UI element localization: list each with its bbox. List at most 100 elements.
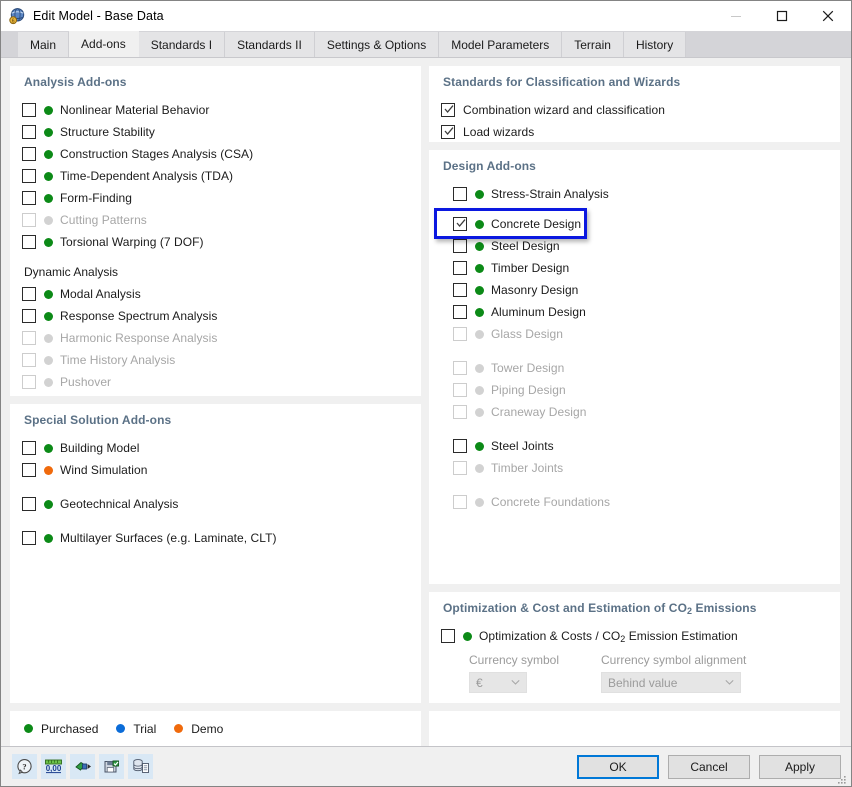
tab-standards-i[interactable]: Standards I [138,32,226,57]
checkbox[interactable] [453,261,467,275]
checkbox[interactable] [453,239,467,253]
checkbox[interactable] [22,191,36,205]
optimization-title-pre: Optimization & Cost and Estimation of CO [443,601,687,615]
apply-button[interactable]: Apply [759,754,841,779]
checkbox[interactable] [441,125,455,139]
tab-standards-ii[interactable]: Standards II [225,32,315,57]
checkbox-row-modal-analysis[interactable]: Modal Analysis [22,283,409,305]
status-dot [475,385,484,395]
status-dot [44,533,53,543]
checkbox-row-form-finding[interactable]: Form-Finding [22,187,409,209]
checkbox[interactable] [453,305,467,319]
checkbox-row-nonlinear-material-behavior[interactable]: Nonlinear Material Behavior [22,99,409,121]
tab-main[interactable]: Main [18,32,70,57]
checkbox[interactable] [441,103,455,117]
tab-terrain[interactable]: Terrain [562,32,624,57]
checkbox [22,331,36,345]
checkbox[interactable] [453,187,467,201]
footer-tool-icons: ? 0,00 [12,754,153,779]
right-bottom-spacer-panel [429,711,840,746]
row-label: Masonry Design [491,283,579,297]
special-solution-add-ons-panel: Special Solution Add-ons Building Model … [10,404,421,703]
tab-model-parameters[interactable]: Model Parameters [439,32,563,57]
checkbox[interactable] [22,235,36,249]
import-button[interactable] [70,754,95,779]
resize-grip-icon[interactable] [836,772,848,784]
checkbox-row-aluminum-design[interactable]: Aluminum Design [441,301,828,323]
units-button[interactable]: 0,00 [41,754,66,779]
import-icon [74,761,91,771]
tab-settings-options[interactable]: Settings & Options [314,32,440,57]
database-report-button[interactable] [128,754,153,779]
checkbox-row-torsional-warping[interactable]: Torsional Warping (7 DOF) [22,231,409,253]
checkbox-row-multilayer-surfaces[interactable]: Multilayer Surfaces (e.g. Laminate, CLT) [22,527,409,549]
checkbox-row-stress-strain-analysis[interactable]: Stress-Strain Analysis [441,183,828,205]
row-label: Concrete Design [491,217,582,231]
checkbox-row-time-dependent-analysis[interactable]: Time-Dependent Analysis (TDA) [22,165,409,187]
checkbox[interactable] [453,439,467,453]
status-dot [44,215,53,225]
checkbox [22,213,36,227]
checkbox[interactable] [22,103,36,117]
checkbox-row-wind-simulation[interactable]: Wind Simulation [22,459,409,481]
checkbox[interactable] [453,283,467,297]
checkbox[interactable] [22,463,36,477]
check-icon [444,127,454,136]
status-dot [116,724,126,733]
checkbox-row-structure-stability[interactable]: Structure Stability [22,121,409,143]
checkbox-row-building-model[interactable]: Building Model [22,437,409,459]
checkbox-row-construction-stages-analysis[interactable]: Construction Stages Analysis (CSA) [22,143,409,165]
dialog-footer: ? 0,00 OK Cancel Apply [1,746,851,786]
checkbox[interactable] [22,497,36,511]
checkbox[interactable] [441,629,455,643]
checkbox-row-concrete-design[interactable]: Concrete Design [434,208,828,239]
cancel-button[interactable]: Cancel [668,754,750,779]
checkbox[interactable] [22,309,36,323]
status-dot [44,105,53,115]
checkbox-row-timber-design[interactable]: Timber Design [441,257,828,279]
status-dot [44,289,53,299]
units-icon: 0,00 [45,759,62,774]
checkbox[interactable] [22,169,36,183]
checkbox-row-geotechnical-analysis[interactable]: Geotechnical Analysis [22,493,409,515]
checkbox-row-load-wizards[interactable]: Load wizards [441,121,828,143]
currency-alignment-select[interactable]: Behind value [601,672,741,693]
checkbox-row-piping-design: Piping Design [441,379,828,401]
minimize-button[interactable] [713,1,759,31]
help-button[interactable]: ? [12,754,37,779]
checkbox[interactable] [22,287,36,301]
optimization-item-pre: Optimization & Costs / CO [479,629,621,643]
maximize-button[interactable] [759,1,805,31]
checkbox[interactable] [22,147,36,161]
checkbox-row-combination-wizard[interactable]: Combination wizard and classification [441,99,828,121]
optimization-item-post: Emission Estimation [625,629,738,643]
checkbox-row-masonry-design[interactable]: Masonry Design [441,279,828,301]
legend-label: Purchased [41,721,99,736]
status-dot [475,441,484,451]
checkbox-row-response-spectrum-analysis[interactable]: Response Spectrum Analysis [22,305,409,327]
ok-button[interactable]: OK [577,754,659,779]
currency-settings: Currency symbol Currency symbol alignmen… [441,647,828,693]
status-dot [475,263,484,273]
checkbox[interactable] [453,217,467,231]
row-label: Modal Analysis [60,287,141,301]
tab-history[interactable]: History [623,32,687,57]
checkbox-row-steel-joints[interactable]: Steel Joints [441,435,828,457]
checkbox-row-harmonic-response-analysis: Harmonic Response Analysis [22,327,409,349]
checkbox-row-optimization-costs[interactable]: Optimization & Costs / CO2 Emission Esti… [441,625,828,647]
save-defaults-button[interactable] [99,754,124,779]
checkbox[interactable] [22,125,36,139]
checkbox[interactable] [22,531,36,545]
status-dot [475,329,484,339]
status-dot [475,219,484,229]
status-dot [24,724,33,733]
optimization-title-post: Emissions [692,601,757,615]
status-dot [174,724,184,733]
currency-symbol-select[interactable]: € [469,672,527,693]
currency-alignment-value: Behind value [608,675,678,690]
close-button[interactable] [805,1,851,31]
checkbox[interactable] [22,441,36,455]
tab-add-ons[interactable]: Add-ons [69,30,139,57]
row-label: Cutting Patterns [60,213,147,227]
currency-labels: Currency symbol Currency symbol alignmen… [469,650,828,670]
